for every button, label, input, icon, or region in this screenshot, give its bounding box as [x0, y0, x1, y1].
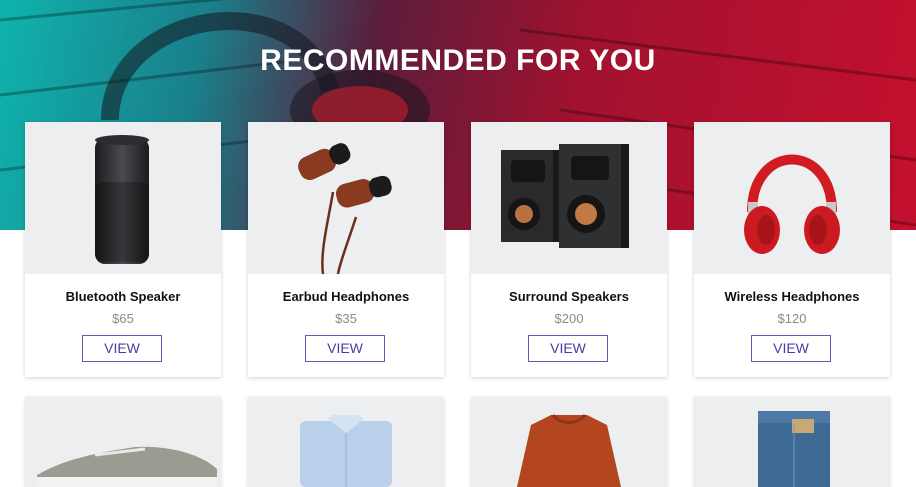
sneaker-icon	[37, 446, 217, 487]
page-title: RECOMMENDED FOR YOU	[260, 44, 656, 77]
product-card[interactable]: Wireless Headphones $120 VIEW	[694, 122, 890, 377]
headphones-icon	[744, 154, 840, 254]
product-image[interactable]	[248, 122, 444, 274]
earbuds-icon	[298, 143, 392, 274]
view-button[interactable]: VIEW	[751, 335, 831, 362]
product-price: $120	[777, 311, 807, 326]
product-image[interactable]	[694, 122, 890, 274]
product-card-sneaker[interactable]	[25, 397, 221, 487]
shirt-icon	[300, 415, 392, 487]
view-button[interactable]: VIEW	[82, 335, 162, 362]
product-name: Wireless Headphones	[724, 289, 860, 304]
product-card[interactable]: Bluetooth Speaker $65 VIEW	[25, 122, 221, 377]
surround-speakers-icon	[501, 144, 629, 248]
view-button[interactable]: VIEW	[528, 335, 608, 362]
product-name: Bluetooth Speaker	[65, 289, 181, 304]
view-button[interactable]: VIEW	[305, 335, 385, 362]
product-card[interactable]: Earbud Headphones $35 VIEW	[248, 122, 444, 377]
product-card-shirt[interactable]	[248, 397, 444, 487]
speaker-icon	[95, 135, 149, 264]
jeans-icon	[758, 411, 830, 487]
product-price: $35	[335, 311, 357, 326]
product-image[interactable]	[25, 122, 221, 274]
product-card-jeans[interactable]	[694, 397, 890, 487]
product-name: Earbud Headphones	[282, 289, 410, 304]
product-price: $65	[112, 311, 134, 326]
sweater-icon	[517, 413, 621, 487]
product-image[interactable]	[471, 122, 667, 274]
product-card[interactable]: Surround Speakers $200 VIEW	[471, 122, 667, 377]
product-name: Surround Speakers	[509, 289, 629, 304]
product-price: $200	[554, 311, 584, 326]
product-card-sweater[interactable]	[471, 397, 667, 487]
